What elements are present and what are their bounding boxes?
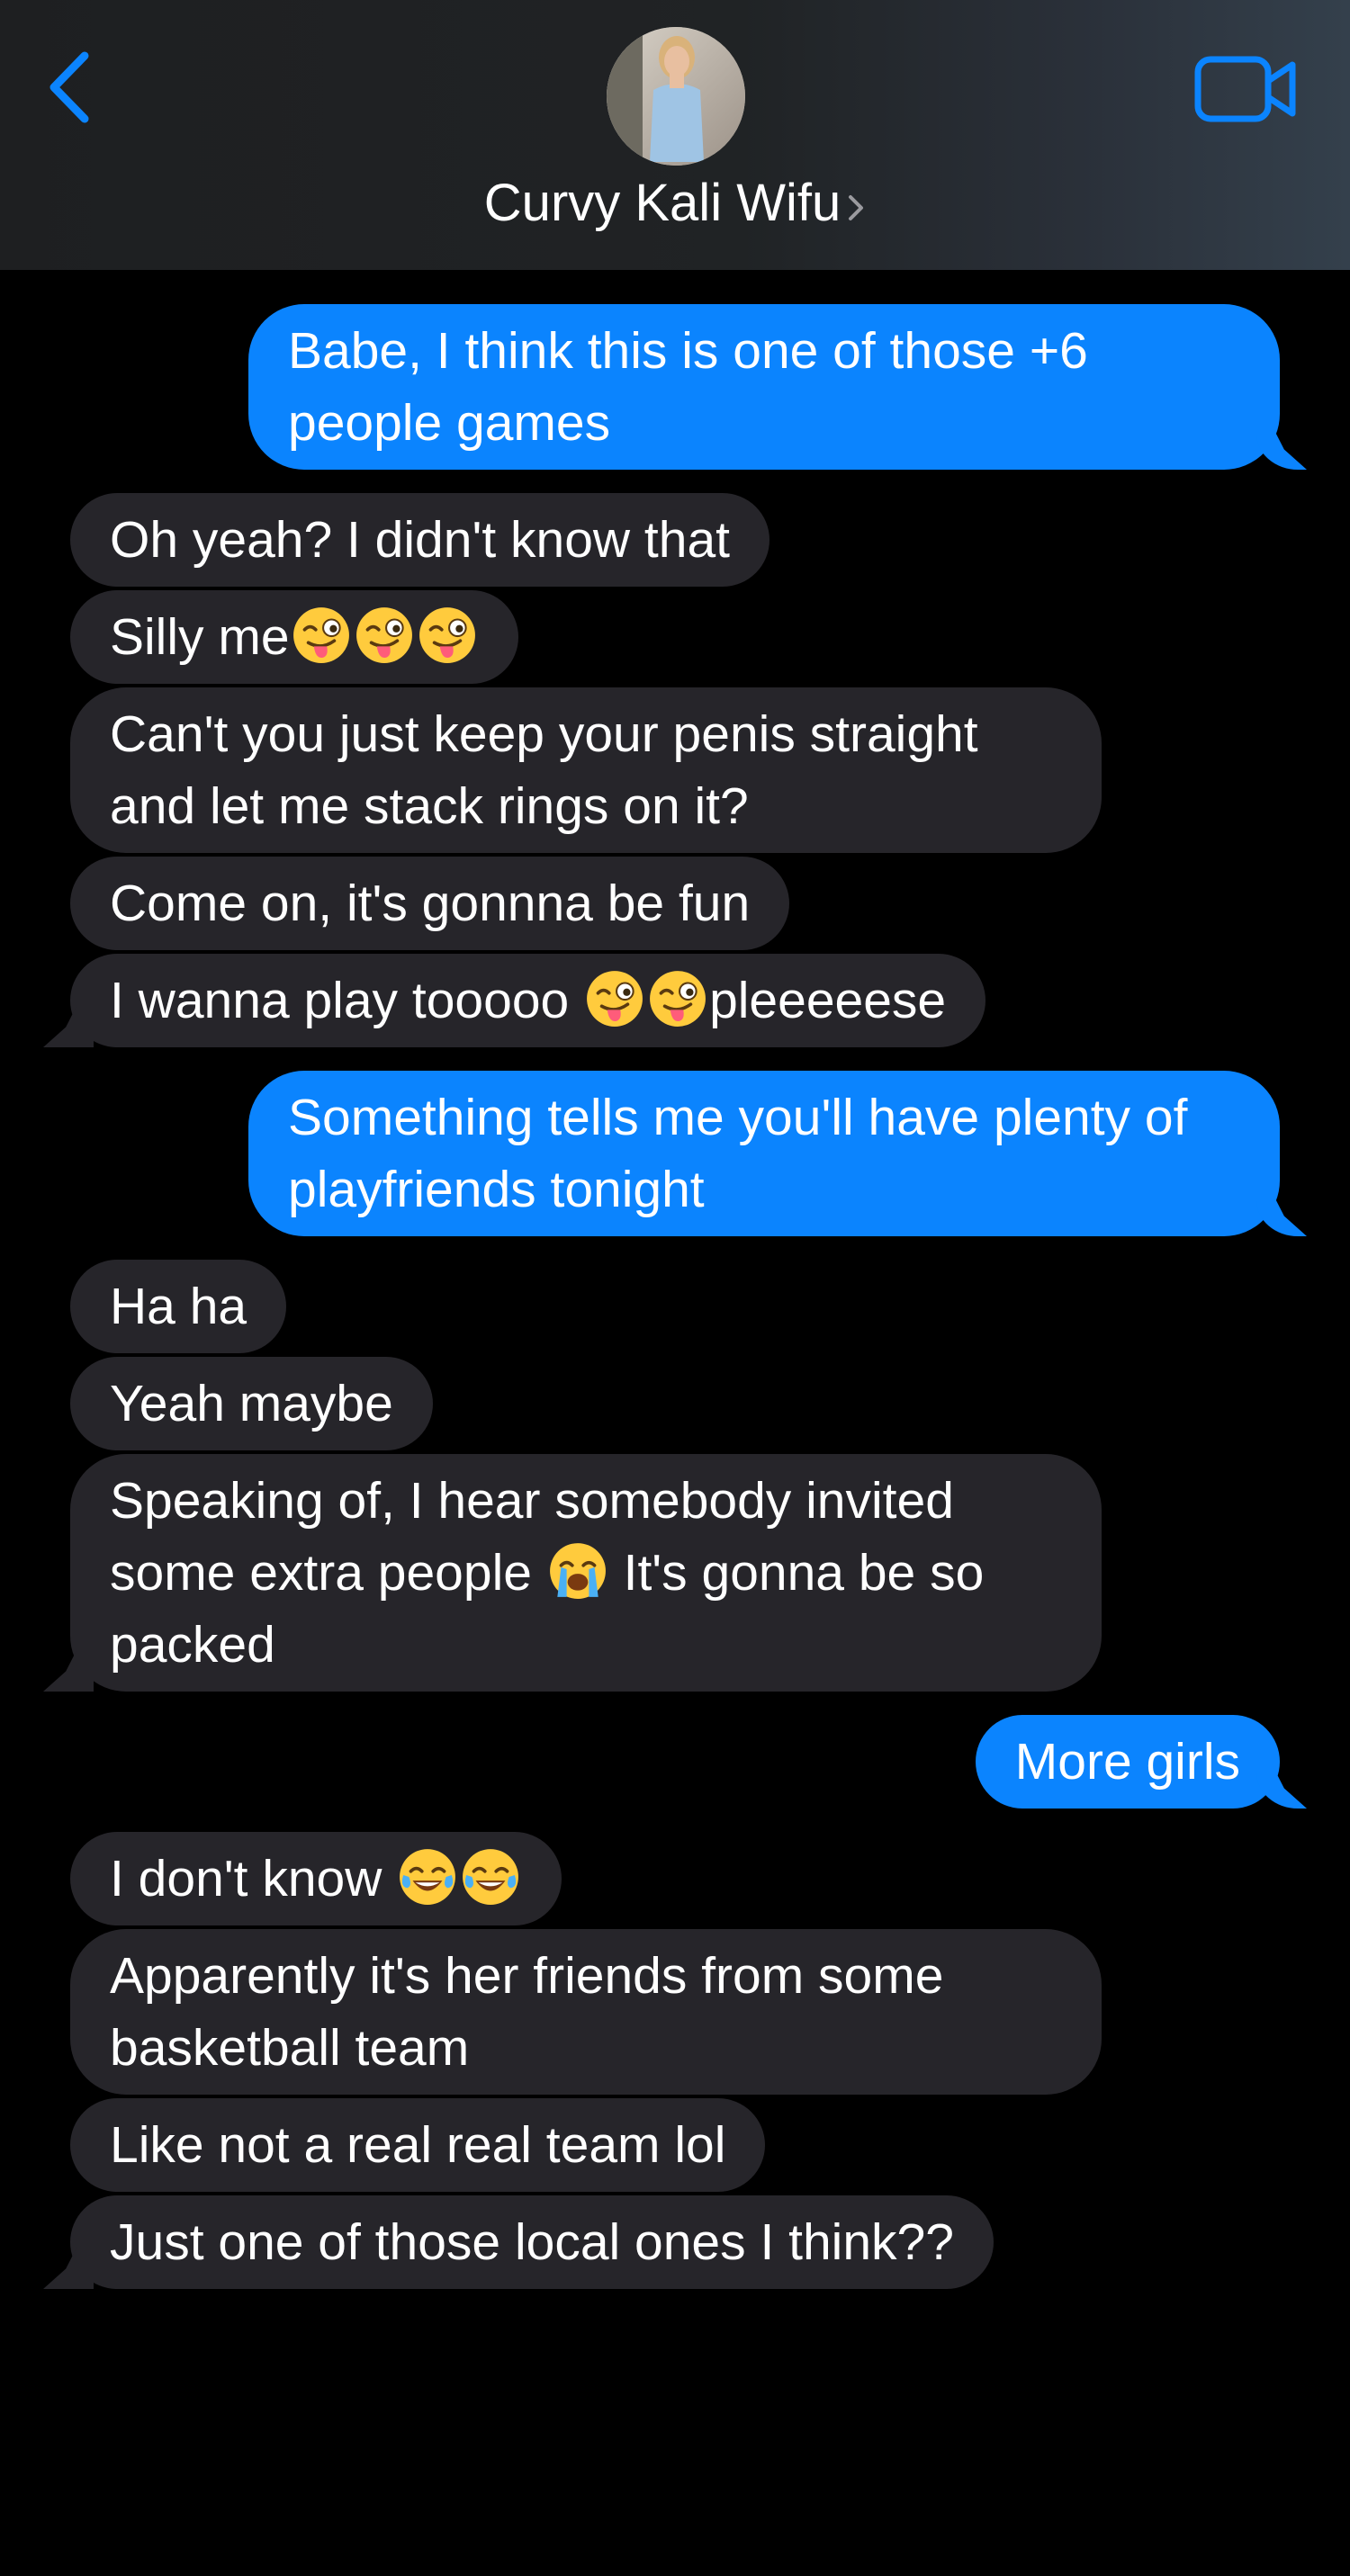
received-message-bubble[interactable]: Speaking of, I hear somebody invited som… (70, 1454, 1102, 1692)
winking-tongue-emoji-icon (418, 607, 475, 663)
message-text: Like not a real real team lol (110, 2116, 726, 2174)
winking-tongue-emoji-icon (292, 607, 349, 663)
received-message-row: Yeah maybe (0, 1357, 1350, 1450)
received-message-bubble[interactable]: Like not a real real team lol (70, 2098, 766, 2192)
received-message-row: Can't you just keep your penis straight … (0, 687, 1350, 853)
received-message-bubble[interactable]: I wanna play tooooo pleeeeese (70, 954, 986, 1047)
winking-tongue-emoji-icon (356, 607, 412, 663)
avatar-photo (607, 27, 745, 166)
message-text: pleeeeese (709, 972, 947, 1029)
conversation-header: Curvy Kali Wifu (0, 0, 1350, 270)
tears-of-joy-emoji-icon (463, 1849, 519, 1905)
message-text: Come on, it's gonnna be fun (110, 875, 751, 932)
received-message-row: Speaking of, I hear somebody invited som… (0, 1454, 1350, 1692)
video-camera-icon (1194, 56, 1296, 122)
winking-tongue-emoji-icon (650, 971, 706, 1027)
sent-message-bubble[interactable]: Something tells me you'll have plenty of… (248, 1071, 1280, 1236)
received-message-row: Just one of those local ones I think?? (0, 2195, 1350, 2289)
received-message-row: I don't know (0, 1832, 1350, 1925)
sent-message-bubble[interactable]: Babe, I think this is one of those +6 pe… (248, 304, 1280, 470)
chevron-right-icon (846, 175, 866, 239)
received-message-bubble[interactable]: Just one of those local ones I think?? (70, 2195, 994, 2289)
message-text: Oh yeah? I didn't know that (110, 511, 730, 569)
received-message-bubble[interactable]: Silly me (70, 590, 518, 684)
video-call-button[interactable] (1193, 52, 1298, 128)
received-message-row: Apparently it's her friends from some ba… (0, 1929, 1350, 2095)
message-text: More girls (1014, 1733, 1240, 1791)
sent-message-bubble[interactable]: More girls (975, 1715, 1280, 1809)
message-text: Apparently it's her friends from some ba… (110, 1947, 944, 2077)
received-message-bubble[interactable]: Ha ha (70, 1260, 287, 1353)
contact-name: Curvy Kali Wifu (483, 174, 842, 232)
sent-message-row: More girls (0, 1715, 1350, 1809)
message-text: Yeah maybe (110, 1375, 393, 1432)
message-text: Babe, I think this is one of those +6 pe… (288, 322, 1088, 452)
message-thread: Babe, I think this is one of those +6 pe… (0, 304, 1350, 2289)
contact-name-button[interactable]: Curvy Kali Wifu (0, 171, 1350, 239)
tears-of-joy-emoji-icon (400, 1849, 456, 1905)
received-message-bubble[interactable]: Come on, it's gonnna be fun (70, 857, 790, 950)
received-message-bubble[interactable]: I don't know (70, 1832, 562, 1925)
message-text: Can't you just keep your penis straight … (110, 705, 978, 835)
received-message-bubble[interactable]: Yeah maybe (70, 1357, 433, 1450)
received-message-row: Silly me (0, 590, 1350, 684)
back-button[interactable] (41, 47, 104, 128)
received-message-bubble[interactable]: Apparently it's her friends from some ba… (70, 1929, 1102, 2095)
contact-avatar[interactable] (607, 27, 745, 166)
received-message-row: Ha ha (0, 1260, 1350, 1353)
message-text: I wanna play tooooo (110, 972, 584, 1029)
loudly-crying-emoji-icon (549, 1543, 606, 1599)
message-text: Just one of those local ones I think?? (110, 2213, 954, 2271)
winking-tongue-emoji-icon (587, 971, 643, 1027)
chevron-left-icon (50, 51, 89, 123)
received-message-bubble[interactable]: Can't you just keep your penis straight … (70, 687, 1102, 853)
sent-message-row: Babe, I think this is one of those +6 pe… (0, 304, 1350, 470)
message-text: Something tells me you'll have plenty of… (288, 1089, 1188, 1218)
sent-message-row: Something tells me you'll have plenty of… (0, 1071, 1350, 1236)
message-text: I don't know (110, 1850, 397, 1907)
message-text: Ha ha (110, 1278, 248, 1335)
message-text: Silly me (110, 608, 290, 666)
received-message-row: Come on, it's gonnna be fun (0, 857, 1350, 950)
received-message-row: Like not a real real team lol (0, 2098, 1350, 2192)
received-message-row: Oh yeah? I didn't know that (0, 493, 1350, 587)
received-message-row: I wanna play tooooo pleeeeese (0, 954, 1350, 1047)
received-message-bubble[interactable]: Oh yeah? I didn't know that (70, 493, 770, 587)
